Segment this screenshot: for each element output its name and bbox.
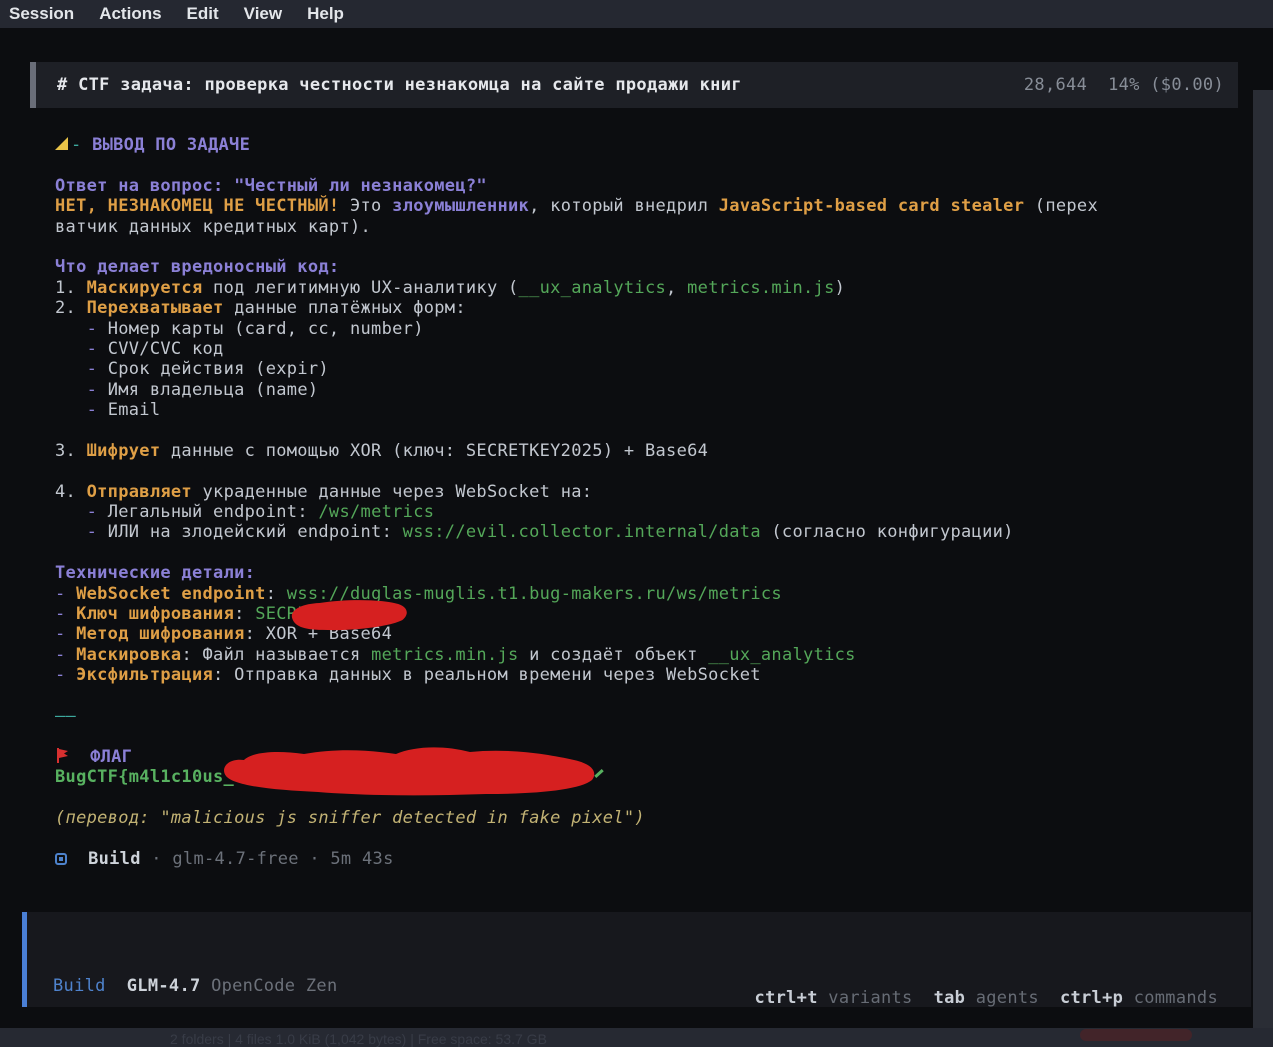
opencode-terminal-app: Session Actions Edit View Help # CTF задача:… bbox=[0, 0, 1273, 1047]
terminal-line: - ИЛИ на злодейский endpoint: wss://evil… bbox=[55, 522, 1235, 542]
terminal-line: - Маскировка: Файл называется metrics.mi… bbox=[55, 645, 1235, 665]
terminal-line: - Срок действия (expir) bbox=[55, 359, 1235, 379]
menu-bar: Session Actions Edit View Help bbox=[0, 0, 1273, 28]
verdict-line: НЕТ, НЕЗНАКОМЕЦ НЕ ЧЕСТНЫЙ! Это злоумышл… bbox=[55, 196, 1235, 216]
menu-item-edit[interactable]: Edit bbox=[187, 4, 219, 24]
terminal-line: - Метод шифрования: XOR + Base64 bbox=[55, 624, 1235, 644]
terminal-line bbox=[55, 237, 1235, 257]
hint-key: ctrl+p bbox=[1060, 988, 1123, 1008]
hint-variants: ctrl+t variants bbox=[755, 988, 913, 1008]
terminal-line: - Номер карты (card, cc, number) bbox=[55, 319, 1235, 339]
terminal-line: 1. Маскируется под легитимную UX-аналити… bbox=[55, 278, 1235, 298]
terminal-line: 4. Отправляет украденные данные через We… bbox=[55, 482, 1235, 502]
answer-question-line: Ответ на вопрос: "Честный ли незнакомец?… bbox=[55, 176, 1235, 196]
token-count: 28,644 bbox=[1024, 75, 1087, 95]
terminal-line: - Email bbox=[55, 400, 1235, 420]
terminal-line: - Легальный endpoint: /ws/metrics bbox=[55, 502, 1235, 522]
menu-item-view[interactable]: View bbox=[244, 4, 282, 24]
hint-label: agents bbox=[965, 988, 1039, 1008]
agent-mode[interactable]: Build bbox=[53, 976, 106, 996]
terminal-line: 3. Шифрует данные с помощью XOR (ключ: S… bbox=[55, 441, 1235, 461]
terminal-line: - CVV/CVC код bbox=[55, 339, 1235, 359]
hint-key: ctrl+t bbox=[755, 988, 818, 1008]
terminal-line bbox=[55, 726, 1235, 746]
session-title: # CTF задача: проверка честности незнако… bbox=[57, 75, 742, 95]
terminal-line bbox=[55, 461, 1235, 481]
hint-key: tab bbox=[934, 988, 966, 1008]
terminal-line: 2. Перехватывает данные платёжных форм: bbox=[55, 298, 1235, 318]
hint-label: commands bbox=[1123, 988, 1218, 1008]
terminal-line: - WebSocket endpoint: wss://duglas-mugli… bbox=[55, 584, 1235, 604]
menu-item-actions[interactable]: Actions bbox=[99, 4, 161, 24]
section-header-malware: Что делает вредоносный код: bbox=[55, 257, 1235, 277]
terminal-line bbox=[55, 155, 1235, 175]
hint-commands: ctrl+p commands bbox=[1060, 988, 1218, 1008]
background-red-smudge bbox=[1080, 1029, 1192, 1041]
terminal-line bbox=[55, 543, 1235, 563]
terminal-line bbox=[55, 828, 1235, 848]
terminal-line: - Имя владельца (name) bbox=[55, 380, 1235, 400]
encryption-key-line: - Ключ шифрования: SECRETKEY2025 bbox=[55, 604, 1235, 624]
run-status-line: Build · glm-4.7-free · 5m 43s bbox=[55, 849, 1235, 869]
background-window-statusbar: 2 folders | 4 files 1.0 KiB (1,042 bytes… bbox=[0, 1028, 1273, 1047]
context-cost: 14% ($0.00) bbox=[1108, 75, 1224, 95]
background-window-edge bbox=[1253, 90, 1273, 1028]
model-name[interactable]: GLM-4.7 bbox=[127, 976, 201, 996]
divider-line: —— bbox=[55, 706, 1235, 726]
input-meta: Build GLM-4.7 OpenCode Zen bbox=[53, 976, 337, 996]
terminal-line bbox=[55, 788, 1235, 808]
section-header-tech-details: Технические детали: bbox=[55, 563, 1235, 583]
flag-header-line: ФЛАГ bbox=[55, 747, 1235, 767]
session-title-bar: # CTF задача: проверка честности незнако… bbox=[30, 62, 1238, 108]
terminal-line: - Эксфильтрация: Отправка данных в реаль… bbox=[55, 665, 1235, 685]
build-badge-icon bbox=[55, 853, 67, 865]
flag-value-line: BugCTF{m4l1c10us_ bbox=[55, 767, 1235, 787]
session-stats: 28,644 14% ($0.00) bbox=[1024, 75, 1224, 95]
terminal-line: ватчик данных кредитных карт). bbox=[55, 217, 1235, 237]
terminal-line bbox=[55, 686, 1235, 706]
terminal-output: - ВЫВОД ПО ЗАДАЧЕ Ответ на вопрос: "Честн… bbox=[55, 135, 1235, 869]
terminal-window: # CTF задача: проверка честности незнако… bbox=[0, 28, 1253, 1028]
translation-line: (перевод: "malicious js sniffer detected… bbox=[55, 808, 1235, 828]
footer-hints: ctrl+t variants tab agents ctrl+p commands bbox=[734, 988, 1218, 1008]
terminal-line bbox=[55, 420, 1235, 440]
background-status-text: 2 folders | 4 files 1.0 KiB (1,042 bytes… bbox=[170, 1031, 547, 1047]
hint-agents: tab agents bbox=[934, 988, 1039, 1008]
section-header-conclusion: - ВЫВОД ПО ЗАДАЧЕ bbox=[55, 135, 1235, 155]
flag-icon bbox=[55, 747, 69, 767]
menu-item-session[interactable]: Session bbox=[9, 4, 74, 24]
provider-name: OpenCode Zen bbox=[211, 976, 337, 996]
warning-triangle-icon bbox=[55, 137, 68, 150]
hint-label: variants bbox=[818, 988, 913, 1008]
menu-item-help[interactable]: Help bbox=[307, 4, 344, 24]
